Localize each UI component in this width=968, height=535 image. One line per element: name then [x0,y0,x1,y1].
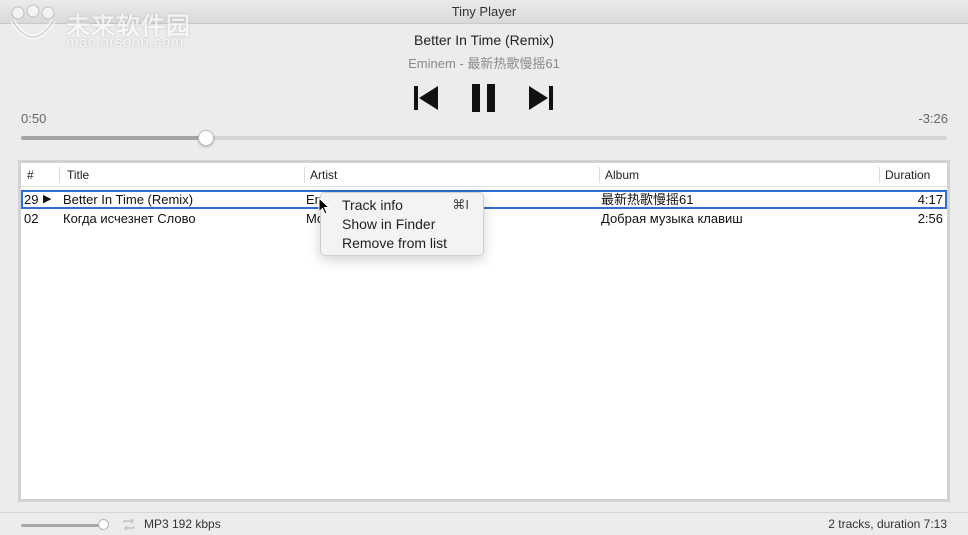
menu-item-track-info[interactable]: Track info [342,196,470,214]
column-header-number[interactable]: # [23,163,34,187]
column-divider [59,167,60,183]
track-number: 02 [24,211,39,226]
repeat-icon[interactable] [122,518,136,531]
column-divider [304,167,305,183]
column-header-duration[interactable]: Duration [881,163,930,187]
track-title: Better In Time (Remix) [63,192,194,207]
menu-item-label: Show in Finder [342,216,436,232]
table-header: # Title Artist Album Duration [21,163,947,187]
track-album: Добрая музыка клавиш [601,211,743,226]
menu-item-remove-from-list[interactable]: Remove from list [342,234,447,252]
seek-progress [21,136,207,140]
previous-track-button[interactable] [412,82,440,114]
next-icon [529,86,553,110]
now-playing-title: Better In Time (Remix) [413,32,555,48]
track-title: Когда исчезнет Слово [63,211,196,226]
menu-item-show-in-finder[interactable]: Show in Finder [342,215,435,233]
track-duration: 2:56 [917,211,943,226]
transport-controls [412,82,562,116]
audio-format: MP3 192 kbps [144,517,221,531]
column-header-title[interactable]: Title [63,163,89,187]
table-row[interactable]: 29 ▶ Better In Time (Remix) Em 最新热歌慢摇61 … [21,190,947,209]
track-duration: 4:17 [917,192,943,207]
elapsed-time: 0:50 [21,111,47,126]
context-menu: Track info ⌘I Show in Finder Remove from… [320,192,484,256]
pause-button[interactable] [471,82,497,114]
playlist-table[interactable]: # Title Artist Album Duration 29 ▶ Bette… [18,160,950,502]
mouse-cursor-icon [318,197,330,215]
track-number: 29 [24,192,39,207]
seek-knob[interactable] [198,130,215,146]
column-divider [599,167,600,183]
menu-item-label: Remove from list [342,235,448,251]
now-playing-icon: ▶ [43,193,52,205]
window-title: Tiny Player [451,4,517,19]
next-track-button[interactable] [527,82,555,114]
track-album: 最新热歌慢摇61 [601,192,694,207]
now-playing-subtitle: Eminem - 最新热歌慢摇61 [408,56,560,71]
status-bar: MP3 192 kbps 2 tracks, duration 7:13 [0,512,968,535]
seek-slider[interactable] [21,130,947,146]
column-divider [879,167,880,183]
menu-shortcut: ⌘I [452,197,469,212]
column-header-artist[interactable]: Artist [306,163,337,187]
column-header-album[interactable]: Album [601,163,639,187]
volume-slider[interactable] [21,524,107,527]
table-row[interactable]: 02 Когда исчезнет Слово Mo Добрая музыка… [21,209,947,228]
previous-icon [414,86,438,110]
menu-item-label: Track info [342,197,403,213]
volume-knob[interactable] [97,519,109,530]
playlist-summary: 2 tracks, duration 7:13 [828,517,947,531]
player-window: Tiny Player 未来软件园 mac.orsoon.com Better … [0,0,968,535]
remaining-time: -3:26 [918,111,948,126]
pause-icon [472,84,495,112]
